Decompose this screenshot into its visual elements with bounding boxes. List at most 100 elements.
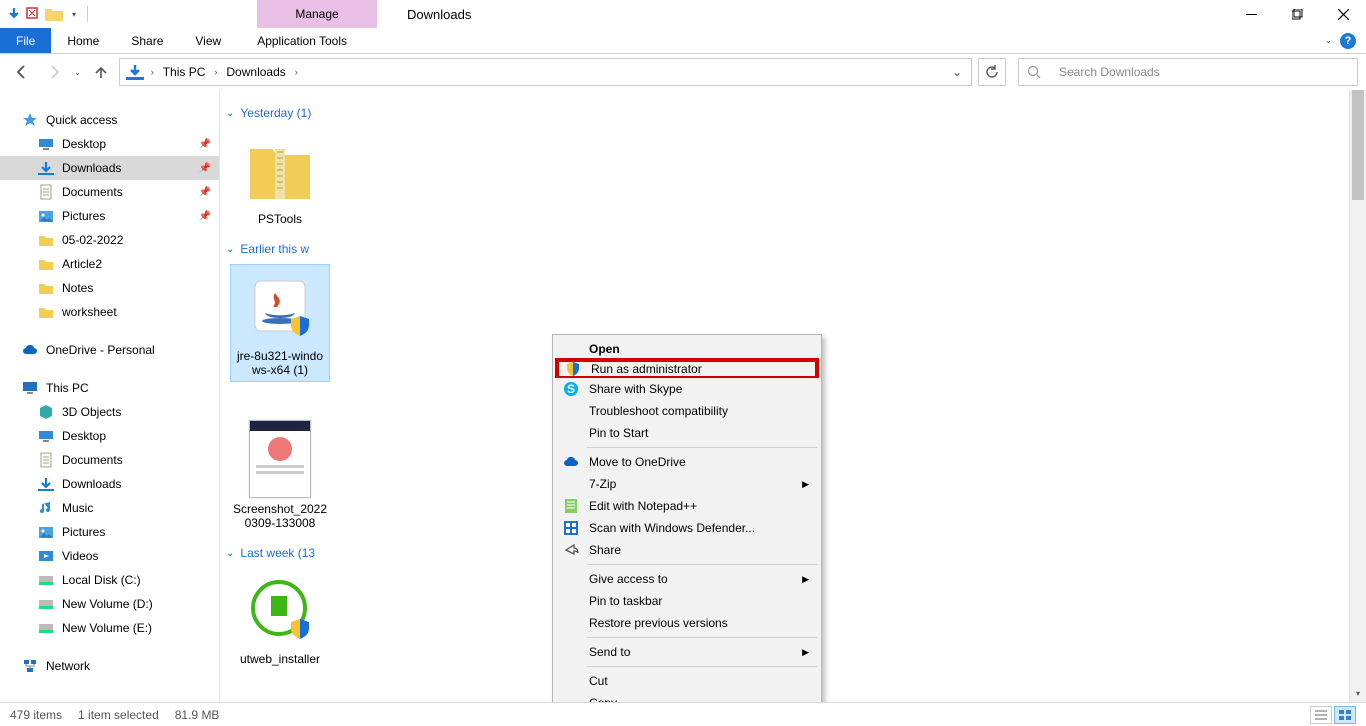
search-placeholder: Search Downloads (1059, 65, 1160, 79)
cloud-icon (22, 342, 38, 358)
application-tools-tab[interactable]: Application Tools (237, 28, 367, 53)
file-jre-installer[interactable]: jre-8u321-windows-x64 (1) (230, 264, 330, 382)
help-icon[interactable]: ? (1340, 33, 1356, 49)
sidebar-item-notes[interactable]: Notes (0, 276, 219, 300)
sidebar-item-pictures[interactable]: Pictures📌 (0, 204, 219, 228)
sidebar-item-desktop[interactable]: Desktop📌 (0, 132, 219, 156)
sidebar-item-05-02-2022[interactable]: 05-02-2022 (0, 228, 219, 252)
sidebar-item-documents[interactable]: Documents (0, 448, 219, 472)
menu-item-restore-previous-versions[interactable]: Restore previous versions (555, 612, 819, 634)
menu-item-share[interactable]: Share (555, 539, 819, 561)
title-bar: ▾ Manage Downloads (0, 0, 1366, 28)
scroll-thumb[interactable] (1352, 90, 1364, 200)
menu-item-pin-to-taskbar[interactable]: Pin to taskbar (555, 590, 819, 612)
document-icon (38, 184, 54, 200)
sidebar-item-new-volume-d-[interactable]: New Volume (D:) (0, 592, 219, 616)
menu-item-open[interactable]: Open (555, 338, 819, 360)
disk-icon (38, 572, 54, 588)
home-tab[interactable]: Home (51, 28, 115, 53)
crumb-sep-icon[interactable]: › (211, 67, 220, 77)
sidebar-item-downloads[interactable]: Downloads📌 (0, 156, 219, 180)
menu-item-scan-with-windows-defender-[interactable]: Scan with Windows Defender... (555, 517, 819, 539)
status-selected: 1 item selected (78, 708, 159, 722)
search-box[interactable]: Search Downloads (1018, 58, 1358, 86)
recent-locations-button[interactable]: ⌄ (72, 68, 83, 77)
back-button[interactable] (8, 58, 36, 86)
sidebar-network[interactable]: Network (0, 654, 219, 678)
video-icon (38, 548, 54, 564)
download-icon (38, 160, 54, 176)
sidebar-quick-access[interactable]: Quick access (0, 108, 219, 132)
image-thumbnail-icon (249, 420, 311, 498)
breadcrumb-thispc[interactable]: This PC (157, 65, 212, 79)
pictures-icon (38, 524, 54, 540)
music-icon (38, 500, 54, 516)
sidebar-item-article2[interactable]: Article2 (0, 252, 219, 276)
menu-item-7-zip[interactable]: 7-Zip▶ (555, 473, 819, 495)
group-earlier-week[interactable]: ⌄Earlier this w (226, 242, 1356, 256)
download-icon (38, 476, 54, 492)
view-tab[interactable]: View (179, 28, 237, 53)
share-tab[interactable]: Share (115, 28, 179, 53)
menu-item-send-to[interactable]: Send to▶ (555, 641, 819, 663)
menu-item-troubleshoot-compatibility[interactable]: Troubleshoot compatibility (555, 400, 819, 422)
sidebar-item-new-volume-e-[interactable]: New Volume (E:) (0, 616, 219, 640)
refresh-button[interactable] (978, 58, 1006, 86)
collapse-ribbon-icon[interactable]: ⌄ (1324, 35, 1332, 46)
menu-item-give-access-to[interactable]: Give access to▶ (555, 568, 819, 590)
status-item-count: 479 items (10, 708, 62, 722)
address-dropdown-button[interactable]: ⌄ (945, 60, 969, 84)
3d-icon (38, 404, 54, 420)
menu-item-pin-to-start[interactable]: Pin to Start (555, 422, 819, 444)
sidebar-item-local-disk-c-[interactable]: Local Disk (C:) (0, 568, 219, 592)
manage-tab[interactable]: Manage (257, 0, 377, 28)
sidebar-item-3d-objects[interactable]: 3D Objects (0, 400, 219, 424)
view-large-icons-button[interactable] (1334, 706, 1356, 724)
qat-dropdown-icon[interactable]: ▾ (68, 10, 80, 19)
file-pstools[interactable]: PSTools (230, 128, 330, 230)
menu-item-edit-with-notepad-[interactable]: Edit with Notepad++ (555, 495, 819, 517)
up-button[interactable] (87, 58, 115, 86)
breadcrumb-downloads[interactable]: Downloads (220, 65, 291, 79)
pin-icon: 📌 (199, 139, 211, 150)
sidebar-item-documents[interactable]: Documents📌 (0, 180, 219, 204)
notepad-icon (563, 498, 579, 514)
shield-icon (289, 618, 311, 640)
file-list-pane[interactable]: ⌄Yesterday (1) PSTools ⌄Earlier this w (220, 90, 1366, 702)
address-bar[interactable]: › This PC › Downloads › ⌄ (119, 58, 972, 86)
undo-icon[interactable] (26, 7, 40, 21)
vertical-scrollbar[interactable]: ▴ ▾ (1349, 90, 1366, 702)
forward-button[interactable] (40, 58, 68, 86)
menu-item-share-with-skype[interactable]: SShare with Skype (555, 378, 819, 400)
minimize-button[interactable] (1228, 0, 1274, 28)
menu-item-run-as-administrator[interactable]: Run as administrator (555, 358, 819, 380)
sidebar-onedrive[interactable]: OneDrive - Personal (0, 338, 219, 362)
sidebar-thispc[interactable]: This PC (0, 376, 219, 400)
sidebar-item-videos[interactable]: Videos (0, 544, 219, 568)
close-button[interactable] (1320, 0, 1366, 28)
disk-icon (38, 620, 54, 636)
file-screenshot[interactable]: Screenshot_20220309-133008 (230, 418, 330, 534)
folder-icon (38, 280, 54, 296)
menu-separator (587, 447, 817, 448)
view-details-button[interactable] (1310, 706, 1332, 724)
sidebar-item-pictures[interactable]: Pictures (0, 520, 219, 544)
group-yesterday[interactable]: ⌄Yesterday (1) (226, 106, 1356, 120)
sidebar-item-music[interactable]: Music (0, 496, 219, 520)
folder-icon (38, 256, 54, 272)
skype-icon: S (563, 381, 579, 397)
menu-item-cut[interactable]: Cut (555, 670, 819, 692)
maximize-button[interactable] (1274, 0, 1320, 28)
sidebar-item-desktop[interactable]: Desktop (0, 424, 219, 448)
crumb-sep-icon[interactable]: › (148, 67, 157, 77)
file-utweb-installer[interactable]: utweb_installer (230, 568, 330, 670)
scroll-down-icon[interactable]: ▾ (1350, 685, 1366, 702)
chevron-down-icon: ⌄ (226, 548, 234, 559)
crumb-sep-icon[interactable]: › (292, 67, 301, 77)
sidebar-item-worksheet[interactable]: worksheet (0, 300, 219, 324)
menu-item-move-to-onedrive[interactable]: Move to OneDrive (555, 451, 819, 473)
menu-separator (587, 564, 817, 565)
menu-item-copy[interactable]: Copy (555, 692, 819, 702)
sidebar-item-downloads[interactable]: Downloads (0, 472, 219, 496)
file-tab[interactable]: File (0, 28, 51, 53)
